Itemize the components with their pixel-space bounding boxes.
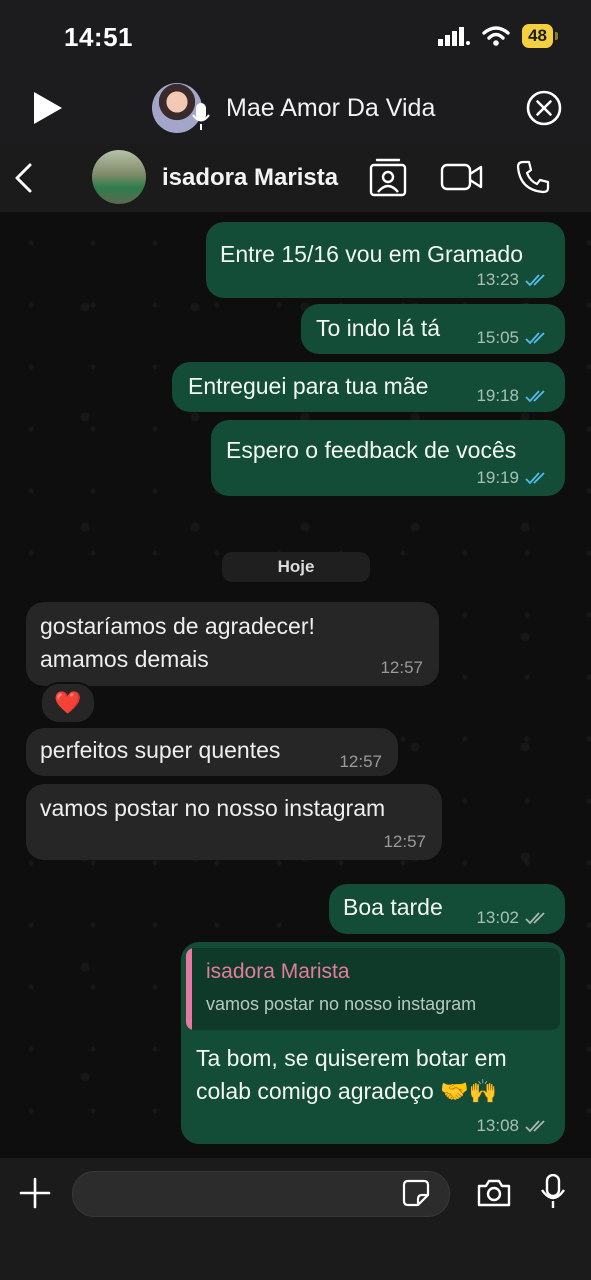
video-call-icon[interactable] xyxy=(440,162,484,192)
quoted-sender: isadora Marista xyxy=(206,960,350,983)
message-meta: 12:57 xyxy=(383,832,426,852)
read-ticks-icon xyxy=(525,390,545,403)
message-meta: 19:18 xyxy=(476,386,549,406)
quoted-message[interactable]: isadora Marista vamos postar no nosso in… xyxy=(186,948,560,1030)
message-text: To indo lá tá xyxy=(316,315,441,341)
input-bar xyxy=(0,1158,591,1280)
signal-icon xyxy=(438,27,471,46)
message-time: 13:23 xyxy=(476,270,519,289)
message-meta: 19:19 xyxy=(476,468,549,488)
contact-name[interactable]: isadora Marista xyxy=(162,164,338,192)
message-text: gostaríamos de agradecer! amamos demais xyxy=(40,613,315,672)
message-time: 19:18 xyxy=(476,386,519,405)
read-ticks-icon xyxy=(525,332,545,345)
message-text: Espero o feedback de vocês xyxy=(226,437,517,463)
mic-icon[interactable] xyxy=(540,1174,566,1210)
delivered-ticks-icon xyxy=(525,912,545,925)
message-time: 13:02 xyxy=(476,908,519,927)
status-bar: 14:51 48 xyxy=(0,0,591,72)
message-time: 15:05 xyxy=(476,328,519,347)
contact-card-icon[interactable] xyxy=(369,158,407,198)
heart-reaction: ❤️ xyxy=(54,690,82,715)
message-input[interactable] xyxy=(72,1171,450,1217)
back-icon[interactable] xyxy=(12,162,36,194)
message-text: Entre 15/16 vou em Gramado xyxy=(220,241,523,267)
battery-badge: 48 xyxy=(522,24,558,48)
status-time: 14:51 xyxy=(64,22,133,52)
message-bubble[interactable]: perfeitos super quentes 12:57 xyxy=(26,728,398,776)
play-icon[interactable] xyxy=(30,90,64,126)
message-time: 12:57 xyxy=(339,752,382,771)
sticker-icon[interactable] xyxy=(402,1179,430,1207)
mic-icon xyxy=(192,103,210,130)
message-meta: 12:57 xyxy=(380,658,423,678)
message-bubble[interactable]: Espero o feedback de vocês 19:19 xyxy=(211,420,565,496)
message-meta: 15:05 xyxy=(476,328,549,348)
call-contact-name: Mae Amor Da Vida xyxy=(226,94,436,122)
plus-icon[interactable] xyxy=(18,1176,52,1210)
chat-header: isadora Marista xyxy=(0,144,591,213)
reply-message-bubble[interactable]: isadora Marista vamos postar no nosso in… xyxy=(181,942,565,1144)
wifi-icon xyxy=(482,26,510,46)
message-text: Entreguei para tua mãe xyxy=(188,373,429,399)
status-icons: 48 xyxy=(438,24,558,48)
phone-icon[interactable] xyxy=(516,160,550,194)
reaction-badge[interactable]: ❤️ xyxy=(40,682,96,724)
message-bubble[interactable]: To indo lá tá 15:05 xyxy=(301,304,565,354)
message-bubble[interactable]: vamos postar no nosso instagram 12:57 xyxy=(26,784,442,860)
ongoing-call-banner[interactable]: Mae Amor Da Vida xyxy=(0,72,591,144)
contact-avatar[interactable] xyxy=(92,150,146,204)
message-text: Boa tarde xyxy=(343,894,443,920)
message-meta: 13:08 xyxy=(476,1116,549,1136)
camera-icon[interactable] xyxy=(476,1178,512,1208)
delivered-ticks-icon xyxy=(525,1120,545,1133)
message-text: Ta bom, se quiserem botar em colab comig… xyxy=(196,1045,507,1104)
message-bubble[interactable]: Entreguei para tua mãe 19:18 xyxy=(172,362,565,412)
day-separator: Hoje xyxy=(222,552,370,582)
quote-bar xyxy=(186,948,192,1030)
message-bubble[interactable]: gostaríamos de agradecer! amamos demais … xyxy=(26,602,439,686)
message-time: 12:57 xyxy=(383,832,426,851)
message-bubble[interactable]: Entre 15/16 vou em Gramado 13:23 xyxy=(206,222,565,298)
close-icon[interactable] xyxy=(525,89,563,127)
message-text: perfeitos super quentes xyxy=(40,737,281,763)
chat-area[interactable]: Entre 15/16 vou em Gramado 13:23 To indo… xyxy=(0,212,591,1158)
quoted-text: vamos postar no nosso instagram xyxy=(206,994,477,1014)
message-bubble[interactable]: Boa tarde 13:02 xyxy=(329,884,565,934)
message-text: vamos postar no nosso instagram xyxy=(40,795,386,821)
message-meta: 13:23 xyxy=(476,270,549,290)
message-time: 12:57 xyxy=(380,658,423,677)
message-time: 19:19 xyxy=(476,468,519,487)
read-ticks-icon xyxy=(525,274,545,287)
message-meta: 12:57 xyxy=(339,752,382,772)
message-time: 13:08 xyxy=(476,1116,519,1135)
message-meta: 13:02 xyxy=(476,908,549,928)
read-ticks-icon xyxy=(525,472,545,485)
